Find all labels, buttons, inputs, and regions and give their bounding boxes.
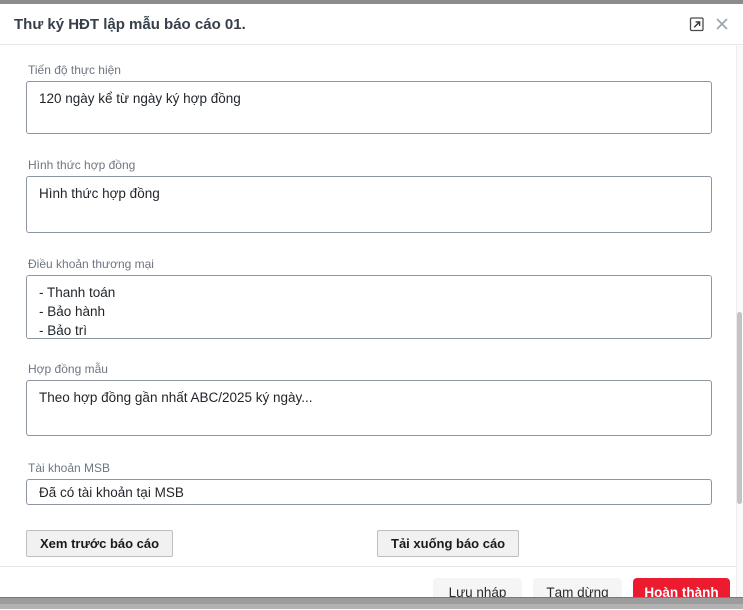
- field-label-tien-do-thuc-hien: Tiến độ thực hiện: [28, 63, 712, 78]
- expand-icon[interactable]: [688, 15, 706, 33]
- report-action-row: Xem trước báo cáo Tải xuống báo cáo: [26, 530, 712, 557]
- dialog-body: Tiến độ thực hiện 120 ngày kể từ ngày ký…: [0, 63, 743, 557]
- textarea-dieu-khoan-thuong-mai[interactable]: - Thanh toán - Bảo hành - Bảo trì: [26, 275, 712, 339]
- vertical-scrollbar-track[interactable]: [736, 46, 743, 597]
- field-label-hinh-thuc-hop-dong: Hình thức hợp đồng: [28, 158, 712, 173]
- header-icons: [688, 15, 731, 33]
- textarea-tien-do-thuc-hien[interactable]: 120 ngày kể từ ngày ký hợp đồng: [26, 81, 712, 134]
- vertical-scrollbar-thumb[interactable]: [737, 312, 742, 504]
- preview-report-button[interactable]: Xem trước báo cáo: [26, 530, 173, 557]
- dialog-header: Thư ký HĐT lập mẫu báo cáo 01.: [0, 4, 743, 45]
- field-label-tai-khoan-msb: Tài khoản MSB: [28, 461, 712, 476]
- textarea-hop-dong-mau[interactable]: Theo hợp đồng gần nhất ABC/2025 ký ngày.…: [26, 380, 712, 436]
- download-report-button[interactable]: Tải xuống báo cáo: [377, 530, 519, 557]
- input-tai-khoan-msb[interactable]: [26, 479, 712, 505]
- dialog-title: Thư ký HĐT lập mẫu báo cáo 01.: [14, 16, 688, 33]
- field-label-hop-dong-mau: Hợp đồng mẫu: [28, 362, 712, 377]
- close-icon[interactable]: [713, 15, 731, 33]
- field-label-dieu-khoan-thuong-mai: Điều khoản thương mại: [28, 257, 712, 272]
- textarea-hinh-thuc-hop-dong[interactable]: Hình thức hợp đồng: [26, 176, 712, 233]
- page-bottom-scrollbar[interactable]: [0, 597, 743, 609]
